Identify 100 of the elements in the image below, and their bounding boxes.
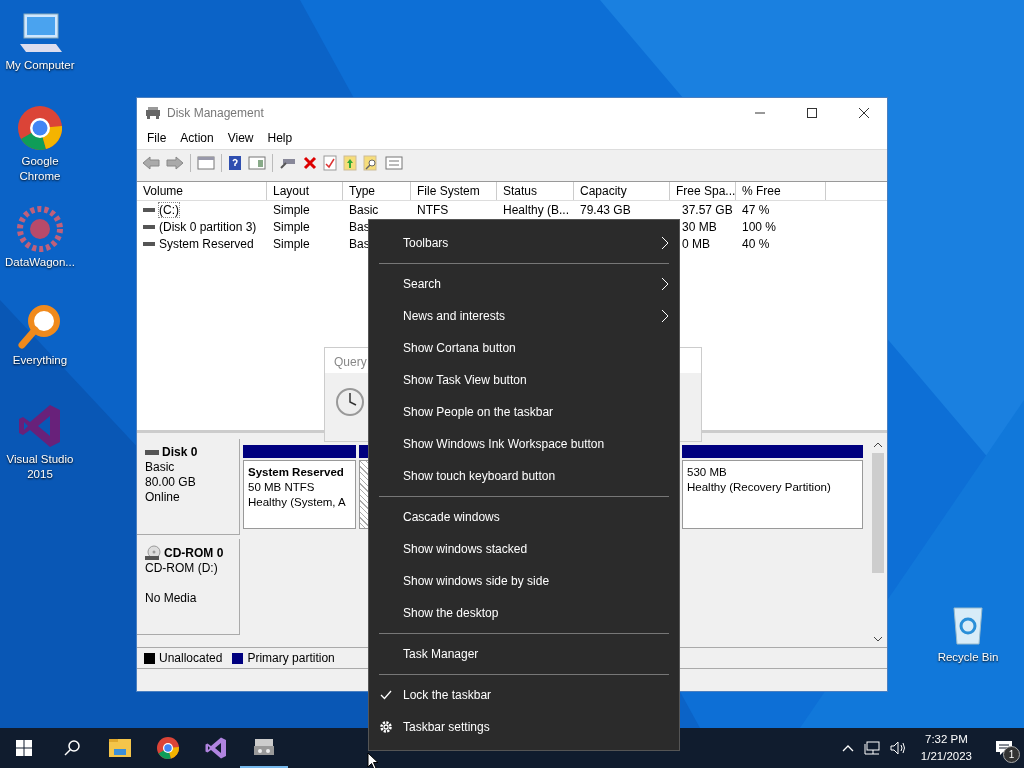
table-cell: Simple — [273, 202, 310, 217]
desktop-icon-label[interactable]: Everything — [12, 353, 68, 368]
table-cell: Basic — [349, 202, 379, 217]
volume-icon — [143, 206, 155, 213]
desktop-icon-label[interactable]: My Computer — [5, 58, 75, 73]
search-folder-icon[interactable] — [363, 155, 379, 171]
connect-icon[interactable] — [279, 156, 297, 170]
disk-label-panel[interactable]: Disk 0 Basic 80.00 GB Online — [137, 439, 240, 535]
disk-info: Online — [145, 490, 181, 505]
disk-name: Disk 0 — [162, 445, 198, 460]
volume-icon — [143, 223, 155, 230]
desktop-icon-label[interactable]: DataWagon... — [5, 255, 75, 270]
table-cell: Simple — [273, 236, 310, 251]
disk-info: No Media — [145, 591, 198, 606]
table-cell: 79.43 GB — [580, 202, 631, 217]
menu-item[interactable]: Show windows stacked — [369, 533, 679, 565]
partition-info: Healthy (System, A — [248, 495, 346, 510]
visual-studio-icon — [204, 736, 228, 760]
menu-item[interactable]: Taskbar settings — [369, 711, 679, 743]
close-icon[interactable] — [858, 106, 870, 119]
clock-time[interactable]: 7:32 PM — [925, 731, 968, 748]
column-header[interactable]: File System — [411, 182, 497, 200]
column-header[interactable]: Free Spa... — [670, 182, 736, 200]
folder-icon — [108, 737, 132, 759]
disk-drive-icon — [252, 736, 276, 758]
disk-label-panel[interactable]: CD-ROM 0 CD-ROM (D:) No Media — [137, 539, 240, 635]
table-cell: Healthy (B... — [503, 202, 570, 217]
disk-drive-icon — [145, 105, 161, 120]
back-arrow-icon[interactable] — [142, 156, 160, 170]
menu-item[interactable]: File — [140, 131, 174, 145]
menu-item[interactable]: View — [220, 131, 261, 145]
chrome-icon[interactable] — [16, 104, 64, 152]
chevron-right-icon — [661, 277, 669, 291]
panel-icon[interactable] — [197, 156, 215, 170]
legend-label: Primary partition — [247, 651, 335, 665]
panel-icon[interactable] — [248, 156, 266, 170]
disk-info: CD-ROM (D:) — [145, 561, 219, 576]
mouse-cursor-icon — [367, 752, 379, 768]
scrollbar[interactable] — [869, 437, 887, 647]
menu-item[interactable]: Show People on the taskbar — [369, 396, 679, 428]
column-header[interactable]: Layout — [267, 182, 343, 200]
disk-info: Basic — [145, 460, 176, 475]
table-cell[interactable]: (C:) — [159, 202, 179, 217]
column-header[interactable]: Type — [343, 182, 411, 200]
menu-item[interactable]: Cascade windows — [369, 501, 679, 533]
notification-badge: 1 — [1003, 746, 1020, 763]
column-header[interactable]: % Free — [736, 182, 826, 200]
desktop-icon-label[interactable]: Google Chrome — [0, 154, 80, 184]
volume-icon — [143, 240, 155, 247]
menu-item[interactable]: Task Manager — [369, 638, 679, 670]
cd-drive-icon — [145, 545, 161, 561]
menu-item[interactable]: Action — [173, 131, 221, 145]
volume-icon[interactable] — [889, 741, 908, 755]
partition-info: 530 MB — [687, 465, 727, 480]
legend-label: Unallocated — [159, 651, 223, 665]
network-icon[interactable] — [863, 741, 880, 755]
settings-icon — [379, 720, 393, 734]
partition-box[interactable]: 530 MB Healthy (Recovery Partition) — [682, 460, 863, 529]
menu-item[interactable]: Show touch keyboard button — [369, 460, 679, 492]
delete-icon[interactable] — [303, 156, 317, 170]
menu-item[interactable]: Search — [369, 268, 679, 300]
partition-box[interactable]: System Reserved 50 MB NTFS Healthy (System, A — [243, 460, 356, 529]
scroll-up-icon[interactable] — [873, 441, 883, 449]
help-icon[interactable] — [228, 155, 242, 171]
table-cell[interactable]: System Reserved — [159, 236, 254, 251]
forward-arrow-icon[interactable] — [166, 156, 184, 170]
scroll-down-icon[interactable] — [873, 635, 883, 643]
table-cell: 40 % — [742, 236, 770, 251]
table-cell: NTFS — [417, 202, 449, 217]
chevron-right-icon — [661, 309, 669, 323]
table-cell: Simple — [273, 219, 310, 234]
column-header[interactable]: Volume — [137, 182, 267, 200]
partition-info: Healthy (Recovery Partition) — [687, 480, 831, 495]
desktop-icon-label[interactable]: Recycle Bin — [937, 650, 999, 665]
table-cell: 100 % — [742, 219, 777, 234]
table-cell: 47 % — [742, 202, 770, 217]
menu-item[interactable]: Toolbars — [369, 227, 679, 259]
chevron-right-icon — [661, 236, 669, 250]
table-cell[interactable]: (Disk 0 partition 3) — [159, 219, 257, 234]
column-header[interactable]: Capacity — [574, 182, 670, 200]
partition-info: 50 MB NTFS — [248, 480, 315, 495]
clock-icon — [335, 387, 365, 417]
checklist-icon[interactable] — [323, 155, 337, 171]
window-title: Disk Management — [167, 105, 264, 120]
column-header[interactable]: Status — [497, 182, 574, 200]
menu-item[interactable]: Show Windows Ink Workspace button — [369, 428, 679, 460]
menu-item[interactable]: Help — [260, 131, 300, 145]
menu-item[interactable]: Lock the taskbar — [369, 679, 679, 711]
table-cell: 0 MB — [682, 236, 710, 251]
table-cell: 30 MB — [682, 219, 717, 234]
windows-logo-icon — [16, 740, 32, 756]
clock-date[interactable]: 1/21/2023 — [920, 748, 972, 765]
maximize-icon[interactable] — [806, 106, 818, 119]
chevron-up-icon[interactable] — [841, 744, 854, 752]
menu-item[interactable]: Show the desktop — [369, 597, 679, 629]
search-icon — [63, 739, 81, 757]
chrome-icon — [156, 736, 180, 760]
menu-item[interactable]: Show windows side by side — [369, 565, 679, 597]
desktop-icon-label[interactable]: Visual Studio 2015 — [0, 452, 80, 482]
menu-item[interactable]: News and interests — [369, 300, 679, 332]
